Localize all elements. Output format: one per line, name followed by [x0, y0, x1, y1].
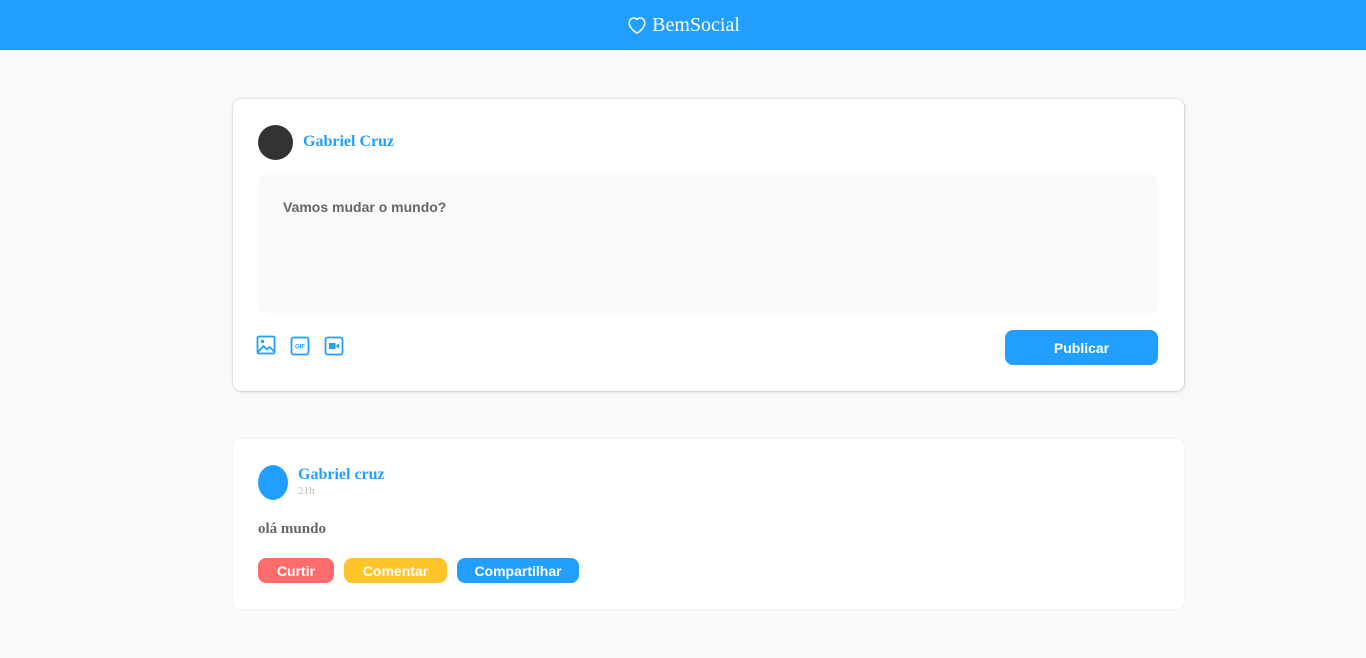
heart-icon	[628, 17, 646, 34]
gif-icon[interactable]: GIF	[290, 336, 310, 356]
top-bar: BemSocial	[0, 0, 1366, 50]
publish-button[interactable]: Publicar	[1005, 330, 1158, 365]
brand-name: BemSocial	[652, 13, 740, 36]
share-button[interactable]: Compartilhar	[457, 558, 579, 583]
post-timestamp: 21h	[298, 485, 315, 497]
like-button[interactable]: Curtir	[258, 558, 334, 583]
post-composer: Gabriel Cruz Vamos mudar o mundo? GIF Pu…	[233, 99, 1184, 391]
image-icon[interactable]	[256, 335, 276, 355]
post-input[interactable]: Vamos mudar o mundo?	[258, 175, 1158, 313]
avatar[interactable]	[258, 465, 288, 500]
post-card: Gabriel cruz 21h olá mundo Curtir Coment…	[233, 439, 1184, 609]
post-content: olá mundo	[258, 521, 326, 537]
avatar[interactable]	[258, 125, 293, 160]
comment-button[interactable]: Comentar	[344, 558, 447, 583]
composer-user-name[interactable]: Gabriel Cruz	[303, 133, 394, 151]
post-author-name[interactable]: Gabriel cruz	[298, 466, 385, 484]
svg-text:GIF: GIF	[295, 345, 305, 351]
video-icon[interactable]	[324, 336, 344, 356]
brand-logo[interactable]: BemSocial	[626, 14, 740, 37]
